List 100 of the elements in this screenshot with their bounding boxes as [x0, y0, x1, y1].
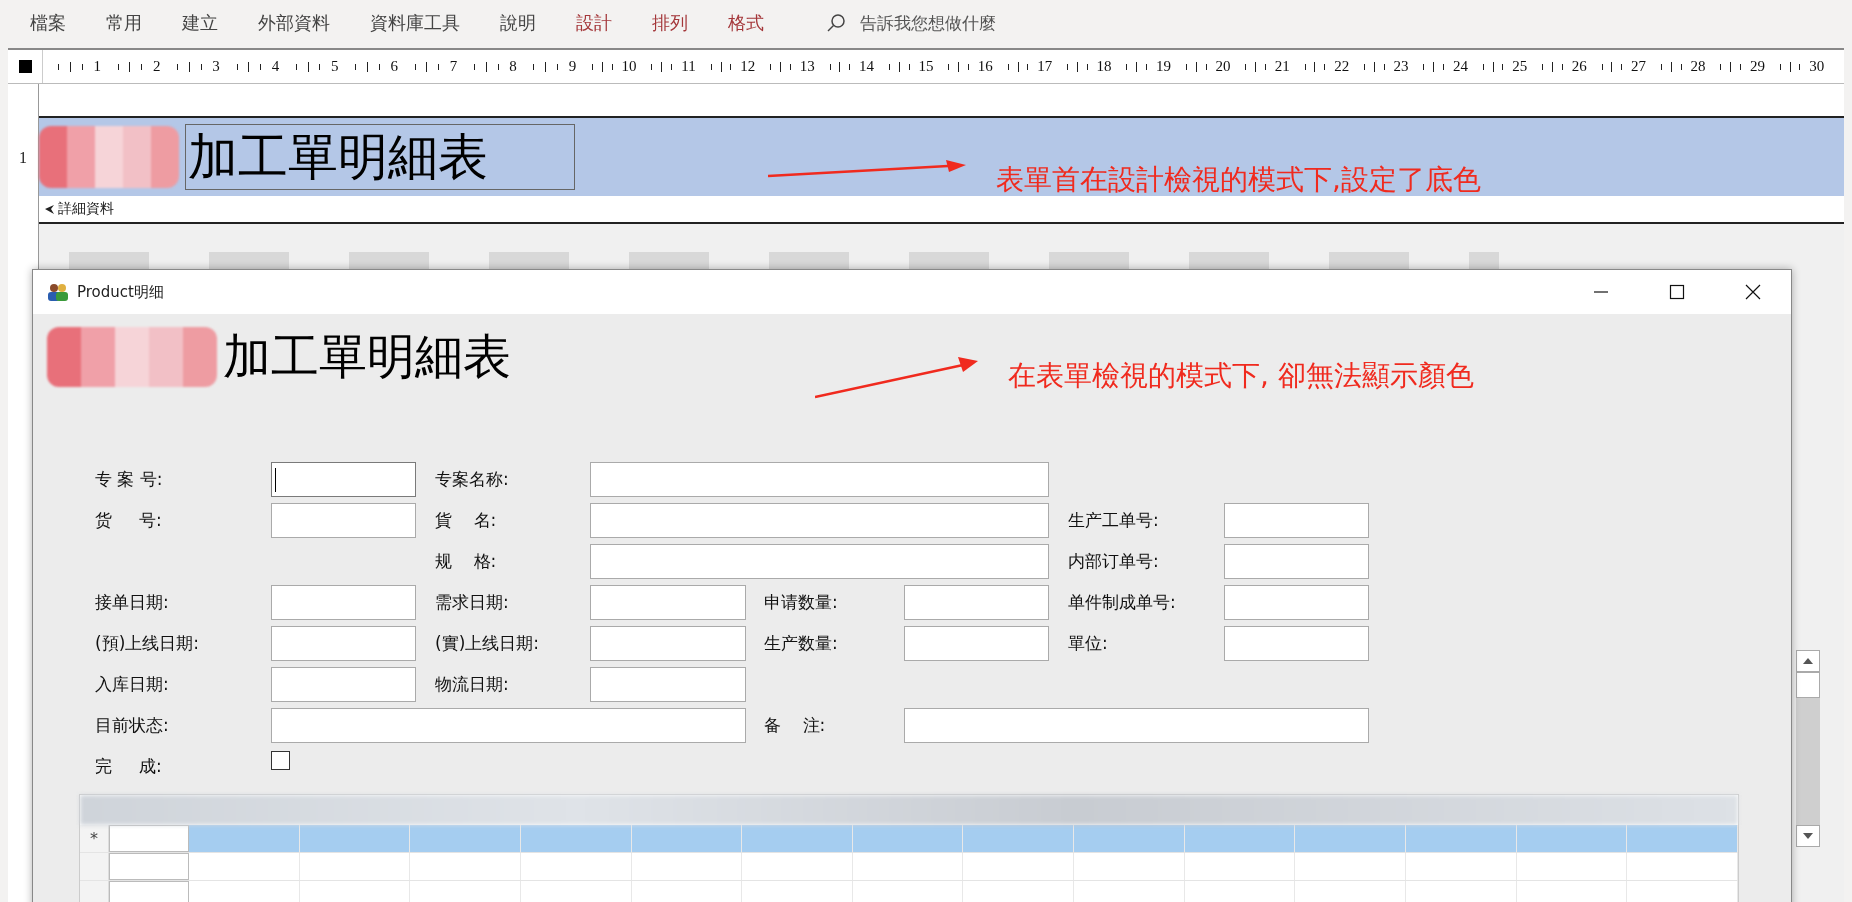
ruler-number: 12 [740, 58, 756, 75]
field-label: 专 案 号: [95, 468, 164, 491]
field-label: 备 注: [764, 714, 827, 737]
menu-tab[interactable]: 說明 [500, 11, 536, 35]
section-label: 詳細資料 [58, 200, 114, 218]
field-label: 單位: [1068, 632, 1109, 655]
field-label: 入库日期: [95, 673, 170, 696]
text-field[interactable] [271, 462, 416, 497]
text-field[interactable] [590, 585, 746, 620]
row-selector[interactable] [80, 853, 109, 880]
ruler-number: 1 [19, 149, 27, 167]
table-cell[interactable] [109, 825, 189, 852]
field-label: 货 号: [95, 509, 163, 532]
text-field[interactable] [590, 503, 1049, 538]
field-label: (預)上线日期: [95, 632, 200, 655]
ruler-number: 21 [1274, 58, 1290, 75]
menu-tab[interactable]: 格式 [728, 11, 764, 35]
table-cell[interactable] [109, 853, 189, 880]
table-cell[interactable] [109, 881, 189, 902]
section-icon [45, 204, 54, 214]
tell-me-search[interactable]: 告訴我您想做什麼 [860, 11, 996, 35]
ruler-number: 4 [271, 58, 280, 75]
ruler-number: 20 [1215, 58, 1231, 75]
ruler-number: 10 [621, 58, 637, 75]
text-field[interactable] [590, 667, 746, 702]
text-field[interactable] [271, 503, 416, 538]
ruler-number: 11 [681, 58, 696, 75]
text-field[interactable] [1224, 503, 1369, 538]
menu-tab[interactable]: 外部資料 [258, 11, 330, 35]
annotation-text: 表單首在設計檢視的模式下,設定了底色 [996, 166, 1481, 194]
scroll-down-icon[interactable] [1796, 825, 1820, 847]
checkbox[interactable] [271, 751, 290, 770]
close-icon[interactable] [1745, 284, 1761, 300]
text-field[interactable] [1224, 585, 1369, 620]
ruler-number: 24 [1452, 58, 1468, 75]
ruler-number: 8 [509, 58, 517, 75]
ruler-number: 9 [568, 58, 577, 75]
text-field[interactable] [904, 585, 1049, 620]
text-field[interactable] [271, 708, 746, 743]
annotation-text: 在表單檢視的模式下, 卻無法顯示顏色 [1008, 362, 1474, 390]
menu-tab[interactable]: 排列 [652, 11, 688, 35]
field-label: 完 成: [95, 755, 163, 778]
text-field[interactable] [590, 462, 1049, 497]
field-label: 接单日期: [95, 591, 170, 614]
new-record-marker[interactable]: * [80, 825, 109, 852]
field-label: 生产数量: [764, 632, 839, 655]
window-title: Product明细 [77, 282, 164, 302]
text-field[interactable] [271, 667, 416, 702]
ruler-number: 15 [918, 58, 934, 75]
ruler-number: 6 [390, 58, 398, 75]
ruler-number: 27 [1631, 58, 1647, 75]
ruler-number: 26 [1571, 58, 1587, 75]
form-title-label[interactable]: 加工單明細表 [185, 124, 575, 190]
field-label: 规 格: [435, 550, 498, 573]
ruler-number: 7 [449, 58, 458, 75]
ruler-number: 3 [212, 58, 220, 75]
search-icon[interactable] [826, 13, 846, 33]
text-field[interactable] [904, 708, 1369, 743]
text-field[interactable] [590, 626, 746, 661]
ruler-number: 30 [1809, 58, 1825, 75]
scrollbar[interactable] [1796, 650, 1820, 847]
scroll-up-icon[interactable] [1796, 650, 1820, 672]
ruler-number: 5 [331, 58, 339, 75]
ruler-number: 2 [152, 58, 161, 75]
text-field[interactable] [1224, 626, 1369, 661]
text-field[interactable] [590, 544, 1049, 579]
form-title: 加工單明細表 [223, 327, 511, 386]
field-label: 貨 名: [435, 509, 498, 532]
row-selector[interactable] [80, 881, 109, 902]
ruler-number: 1 [93, 58, 101, 75]
text-field[interactable] [271, 585, 416, 620]
people-icon [47, 283, 69, 301]
ruler-number: 29 [1749, 58, 1765, 75]
maximize-icon[interactable] [1669, 284, 1685, 300]
field-label: 申请数量: [764, 591, 839, 614]
ruler-number: 16 [977, 58, 993, 75]
text-field[interactable] [904, 626, 1049, 661]
ruler-number: 18 [1096, 58, 1112, 75]
field-label: 需求日期: [435, 591, 510, 614]
text-field[interactable] [1224, 544, 1369, 579]
ruler-number: 25 [1512, 58, 1528, 75]
text-field[interactable] [271, 626, 416, 661]
menu-tab[interactable]: 檔案 [30, 11, 66, 35]
menu-tab[interactable]: 建立 [182, 11, 218, 35]
menu-tab[interactable]: 常用 [106, 11, 142, 35]
field-label: 物流日期: [435, 673, 510, 696]
menu-tab[interactable]: 設計 [576, 11, 612, 35]
ruler-number: 22 [1334, 58, 1350, 75]
field-label: 专案名称: [435, 468, 510, 491]
ruler-number: 28 [1690, 58, 1706, 75]
field-label: 生产工单号: [1068, 509, 1160, 532]
ruler-number: 13 [799, 58, 815, 75]
field-label: 内部订单号: [1068, 550, 1160, 573]
ruler-number: 23 [1393, 58, 1409, 75]
field-label: 目前状态: [95, 714, 170, 737]
ruler-number: 19 [1156, 58, 1171, 75]
ruler-number: 14 [859, 58, 875, 75]
scroll-thumb[interactable] [1796, 672, 1820, 698]
menu-tab[interactable]: 資料庫工具 [370, 11, 460, 35]
ruler-number: 17 [1037, 58, 1053, 75]
